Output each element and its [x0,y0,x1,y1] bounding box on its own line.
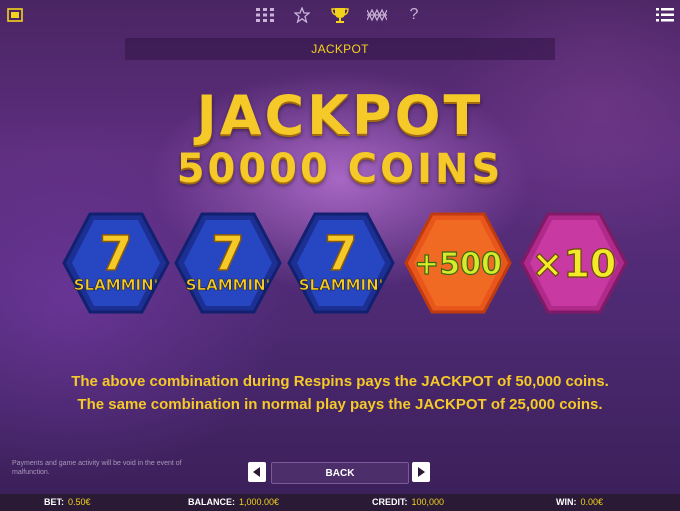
win-display: WIN: 0.00€ [556,497,603,507]
symbol-multiplier-x10: ×10 [520,210,628,316]
prev-button[interactable] [248,462,266,482]
jackpot-amount: 50000 COINS [176,146,504,192]
next-button[interactable] [412,462,430,482]
slammin-text: SLAMMIN' [74,276,159,294]
credit-label: CREDIT: [372,497,408,507]
slammin-text: SLAMMIN' [186,276,271,294]
trophy-icon[interactable] [330,6,350,24]
plus-500-text: +500 [414,247,502,282]
section-title: JACKPOT [311,42,369,56]
multiplier-text: ×10 [532,242,617,286]
arrow-left-icon [253,467,260,477]
seven-glyph: 7 [324,226,357,282]
info-line-2: The same combination in normal play pays… [77,396,603,413]
jackpot-title: JACKPOT [196,84,484,147]
balance-display: BALANCE: 1,000.00€ [188,497,279,507]
balance-value: 1,000.00€ [239,497,280,507]
balance-label: BALANCE: [188,497,235,507]
arrow-right-icon [418,467,425,477]
disclaimer-text: Payments and game activity will be void … [12,460,182,476]
win-value: 0.00€ [580,497,604,507]
symbol-seven: 7 SLAMMIN' [174,210,282,316]
menu-icon[interactable] [655,6,675,24]
star-icon[interactable] [293,6,311,24]
symbol-seven: 7 SLAMMIN' [287,210,395,316]
top-toolbar: ? [0,0,680,30]
credit-value: 100,000 [411,497,445,507]
seven-glyph: 7 [211,226,244,282]
slammin-text: SLAMMIN' [299,276,384,294]
paytable-grid-icon[interactable] [255,6,275,24]
symbol-seven: 7 SLAMMIN' [62,210,170,316]
symbol-combination: 7 SLAMMIN' 7 SLAMMIN' 7 SLAMMIN' +500 ×1… [0,210,680,320]
bet-label: BET: [44,497,64,507]
credit-display: CREDIT: 100,000 [372,497,444,507]
symbol-plus-500: +500 [404,210,512,316]
section-header: JACKPOT [125,38,555,60]
paylines-icon[interactable] [367,6,387,24]
seven-glyph: 7 [99,226,132,282]
help-icon[interactable]: ? [407,6,421,24]
back-button[interactable]: BACK [271,462,409,484]
fullscreen-icon[interactable] [6,6,24,24]
status-bar: BET: 0.50€ BALANCE: 1,000.00€ CREDIT: 100,0… [0,494,680,511]
back-button-label: BACK [325,467,355,479]
bet-display: BET: 0.50€ [44,497,91,507]
bet-value: 0.50€ [68,497,91,507]
win-label: WIN: [556,497,577,507]
info-line-1: The above combination during Respins pay… [71,373,609,390]
